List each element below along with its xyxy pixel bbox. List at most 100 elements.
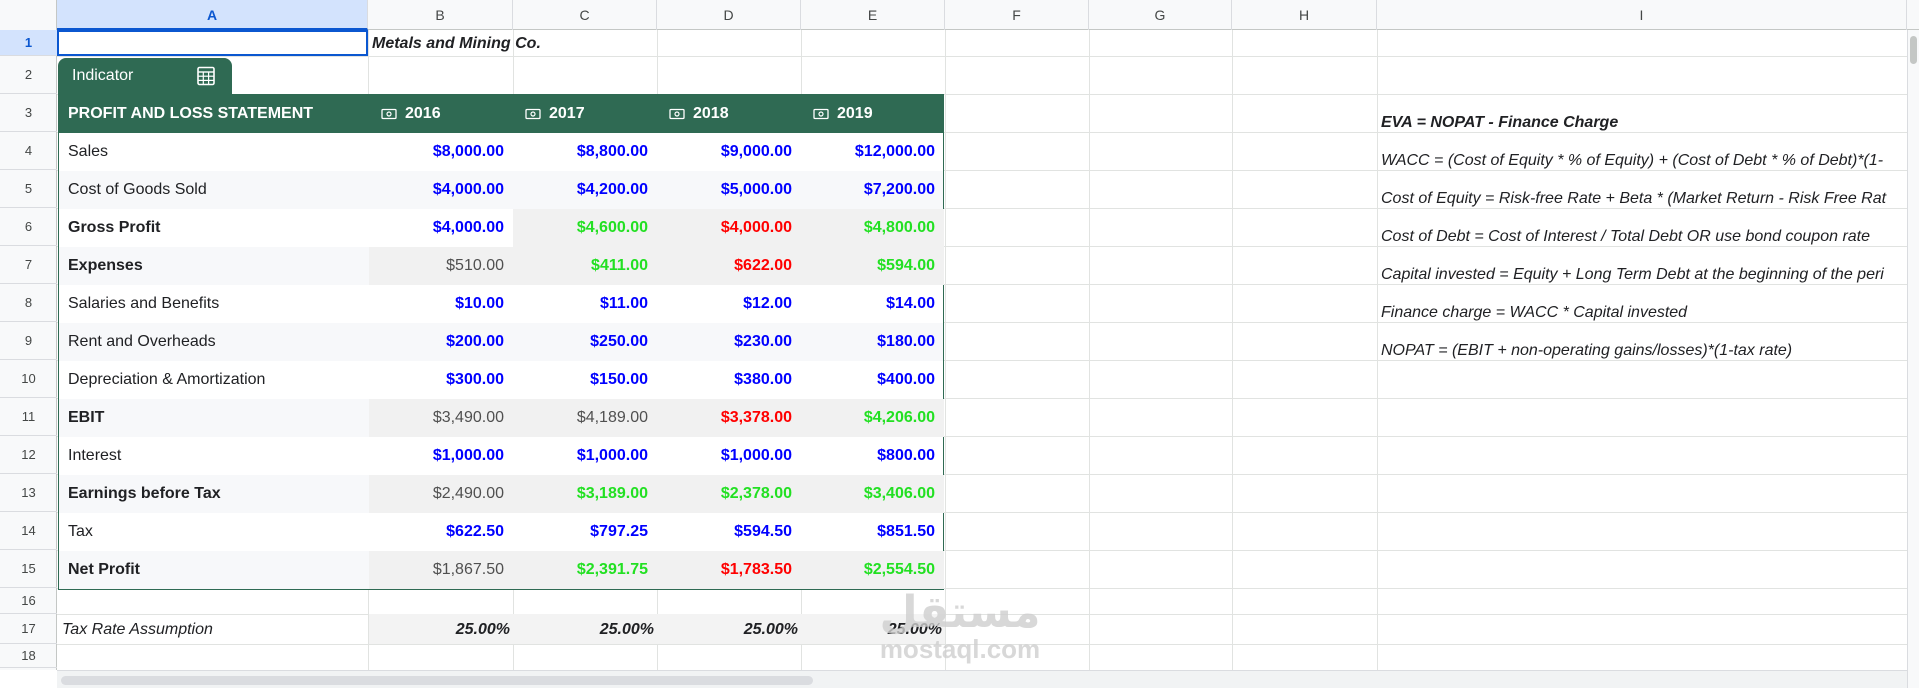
table-calculator-button[interactable] bbox=[181, 58, 231, 94]
value-cell[interactable]: $4,200.00 bbox=[513, 171, 657, 209]
value-cell[interactable]: $7,200.00 bbox=[801, 171, 944, 209]
value-cell[interactable]: $9,000.00 bbox=[657, 133, 801, 171]
value-cell[interactable]: $800.00 bbox=[801, 437, 944, 475]
table-header-2018[interactable]: 2018 bbox=[669, 95, 729, 133]
value-cell[interactable]: $411.00 bbox=[513, 247, 657, 285]
value-cell[interactable]: $1,783.50 bbox=[657, 551, 801, 589]
column-header-a[interactable]: A bbox=[57, 0, 368, 30]
value-cell[interactable]: $300.00 bbox=[369, 361, 513, 399]
row-header-10[interactable]: 10 bbox=[0, 360, 57, 398]
row-header-12[interactable]: 12 bbox=[0, 436, 57, 474]
column-header-f[interactable]: F bbox=[945, 0, 1089, 30]
active-cell-a1[interactable] bbox=[57, 30, 368, 56]
value-cell[interactable]: $380.00 bbox=[657, 361, 801, 399]
value-cell[interactable]: $10.00 bbox=[369, 285, 513, 323]
vertical-scroll-thumb[interactable] bbox=[1910, 36, 1917, 64]
row-header-14[interactable]: 14 bbox=[0, 512, 57, 550]
value-cell[interactable]: $250.00 bbox=[513, 323, 657, 361]
row-label[interactable]: EBIT bbox=[68, 399, 104, 437]
row-header-6[interactable]: 6 bbox=[0, 208, 57, 246]
value-cell[interactable]: $1,867.50 bbox=[369, 551, 513, 589]
value-cell[interactable]: $4,600.00 bbox=[513, 209, 657, 247]
row-label[interactable]: Expenses bbox=[68, 247, 143, 285]
row-header-3[interactable]: 3 bbox=[0, 94, 57, 132]
value-cell[interactable]: $200.00 bbox=[369, 323, 513, 361]
value-cell[interactable]: $12,000.00 bbox=[801, 133, 944, 171]
formula-wacc[interactable]: WACC = (Cost of Equity * % of Equity) + … bbox=[1381, 152, 1906, 170]
tax-rate-2016[interactable]: 25.00% bbox=[400, 621, 510, 639]
value-cell[interactable]: $230.00 bbox=[657, 323, 801, 361]
select-all-corner[interactable] bbox=[0, 0, 57, 30]
column-header-i[interactable]: I bbox=[1377, 0, 1907, 30]
value-cell[interactable]: $1,000.00 bbox=[657, 437, 801, 475]
value-cell[interactable]: $150.00 bbox=[513, 361, 657, 399]
tax-rate-2018[interactable]: 25.00% bbox=[688, 621, 798, 639]
formula-finance-charge[interactable]: Finance charge = WACC * Capital invested bbox=[1381, 304, 1906, 322]
value-cell[interactable]: $8,800.00 bbox=[513, 133, 657, 171]
horizontal-scroll-thumb[interactable] bbox=[61, 676, 813, 685]
value-cell[interactable]: $4,000.00 bbox=[369, 171, 513, 209]
row-label[interactable]: Net Profit bbox=[68, 551, 140, 589]
value-cell[interactable]: $400.00 bbox=[801, 361, 944, 399]
column-header-g[interactable]: G bbox=[1089, 0, 1232, 30]
row-label[interactable]: Interest bbox=[68, 437, 121, 475]
value-cell[interactable]: $622.50 bbox=[369, 513, 513, 551]
row-header-11[interactable]: 11 bbox=[0, 398, 57, 436]
value-cell[interactable]: $5,000.00 bbox=[657, 171, 801, 209]
value-cell[interactable]: $4,206.00 bbox=[801, 399, 944, 437]
row-header-1[interactable]: 1 bbox=[0, 30, 57, 56]
value-cell[interactable]: $11.00 bbox=[513, 285, 657, 323]
value-cell[interactable]: $4,800.00 bbox=[801, 209, 944, 247]
tax-rate-2017[interactable]: 25.00% bbox=[544, 621, 654, 639]
formula-eva[interactable]: EVA = NOPAT - Finance Charge bbox=[1381, 114, 1906, 132]
row-label[interactable]: Salaries and Benefits bbox=[68, 285, 219, 323]
row-header-7[interactable]: 7 bbox=[0, 246, 57, 284]
table-header-2017[interactable]: 2017 bbox=[525, 95, 585, 133]
tax-rate-label[interactable]: Tax Rate Assumption bbox=[62, 621, 213, 639]
value-cell[interactable]: $14.00 bbox=[801, 285, 944, 323]
formula-cost-of-equity[interactable]: Cost of Equity = Risk-free Rate + Beta *… bbox=[1381, 190, 1906, 208]
value-cell[interactable]: $3,406.00 bbox=[801, 475, 944, 513]
row-header-17[interactable]: 17 bbox=[0, 614, 57, 644]
row-label[interactable]: Depreciation & Amortization bbox=[68, 361, 265, 399]
value-cell[interactable]: $510.00 bbox=[369, 247, 513, 285]
value-cell[interactable]: $3,490.00 bbox=[369, 399, 513, 437]
value-cell[interactable]: $12.00 bbox=[657, 285, 801, 323]
table-header-2016[interactable]: 2016 bbox=[381, 95, 441, 133]
row-label[interactable]: Gross Profit bbox=[68, 209, 160, 247]
value-cell[interactable]: $180.00 bbox=[801, 323, 944, 361]
column-header-c[interactable]: C bbox=[513, 0, 657, 30]
row-header-2[interactable]: 2 bbox=[0, 56, 57, 94]
value-cell[interactable]: $4,189.00 bbox=[513, 399, 657, 437]
formula-capital-invested[interactable]: Capital invested = Equity + Long Term De… bbox=[1381, 266, 1906, 284]
value-cell[interactable]: $4,000.00 bbox=[369, 209, 513, 247]
value-cell[interactable]: $1,000.00 bbox=[513, 437, 657, 475]
value-cell[interactable]: $2,391.75 bbox=[513, 551, 657, 589]
value-cell[interactable]: $622.00 bbox=[657, 247, 801, 285]
value-cell[interactable]: $1,000.00 bbox=[369, 437, 513, 475]
value-cell[interactable]: $8,000.00 bbox=[369, 133, 513, 171]
row-header-4[interactable]: 4 bbox=[0, 132, 57, 170]
row-header-16[interactable]: 16 bbox=[0, 588, 57, 614]
column-header-h[interactable]: H bbox=[1232, 0, 1377, 30]
sheet-title[interactable]: Metals and Mining Co. bbox=[372, 35, 541, 53]
column-header-d[interactable]: D bbox=[657, 0, 801, 30]
value-cell[interactable]: $3,378.00 bbox=[657, 399, 801, 437]
row-label[interactable]: Cost of Goods Sold bbox=[68, 171, 207, 209]
vertical-scrollbar[interactable] bbox=[1907, 30, 1919, 688]
row-label[interactable]: Sales bbox=[68, 133, 108, 171]
value-cell[interactable]: $2,490.00 bbox=[369, 475, 513, 513]
row-header-15[interactable]: 15 bbox=[0, 550, 57, 588]
column-header-e[interactable]: E bbox=[801, 0, 945, 30]
row-label[interactable]: Tax bbox=[68, 513, 93, 551]
value-cell[interactable]: $797.25 bbox=[513, 513, 657, 551]
row-label[interactable]: Earnings before Tax bbox=[68, 475, 221, 513]
row-header-13[interactable]: 13 bbox=[0, 474, 57, 512]
value-cell[interactable]: $4,000.00 bbox=[657, 209, 801, 247]
value-cell[interactable]: $2,554.50 bbox=[801, 551, 944, 589]
value-cell[interactable]: $594.00 bbox=[801, 247, 944, 285]
row-header-5[interactable]: 5 bbox=[0, 170, 57, 208]
row-header-8[interactable]: 8 bbox=[0, 284, 57, 322]
table-header-2019[interactable]: 2019 bbox=[813, 95, 873, 133]
row-header-9[interactable]: 9 bbox=[0, 322, 57, 360]
